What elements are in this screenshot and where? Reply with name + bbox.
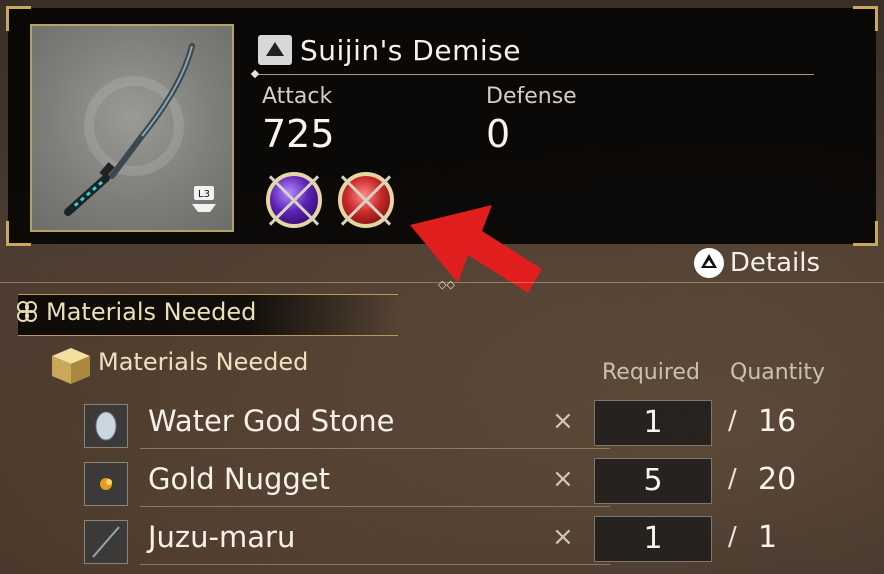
weapon-type-icon: [258, 35, 292, 65]
level-badge-icon: L3: [190, 186, 218, 216]
corner-ornament: [853, 221, 878, 246]
slash-symbol: /: [728, 406, 737, 436]
slash-symbol: /: [728, 522, 737, 552]
material-row[interactable]: Gold Nugget × 5 / 20: [80, 458, 840, 516]
required-amount: 1: [594, 516, 712, 562]
attack-label: Attack: [262, 84, 333, 109]
quantity-column-header: Quantity: [730, 360, 826, 385]
item-name: Suijin's Demise: [300, 33, 521, 67]
owned-quantity: 1: [758, 520, 778, 555]
material-row[interactable]: Juzu-maru × 1 / 1: [80, 516, 840, 574]
details-label: Details: [729, 248, 820, 278]
juzu-maru-icon: [84, 520, 128, 564]
corner-ornament: [6, 6, 31, 31]
divider-diamond-icon: ◇◇: [438, 278, 455, 291]
material-name: Water God Stone: [148, 404, 395, 438]
material-row[interactable]: Water God Stone × 1 / 16: [80, 400, 840, 458]
corner-ornament: [853, 6, 878, 31]
materials-box-icon: [52, 348, 90, 384]
triangle-button-icon: [693, 248, 724, 278]
times-symbol: ×: [552, 464, 574, 494]
required-column-header: Required: [602, 360, 700, 385]
water-god-stone-icon: [84, 404, 128, 448]
slash-symbol: /: [728, 464, 737, 494]
required-amount: 5: [594, 458, 712, 504]
item-title: Suijin's Demise: [258, 32, 521, 68]
red-soul-core-orb-icon[interactable]: [338, 172, 394, 228]
title-divider: [256, 74, 814, 75]
corner-ornament: [6, 221, 31, 246]
owned-quantity: 20: [758, 462, 797, 497]
purple-soul-core-orb-icon[interactable]: [266, 172, 322, 228]
gold-nugget-icon: [84, 462, 128, 506]
owned-quantity: 16: [758, 404, 797, 439]
knot-ornament-icon: [17, 301, 37, 322]
materials-section-title: Materials Needed: [46, 298, 257, 326]
attack-value: 725: [262, 112, 335, 156]
svg-text:L3: L3: [198, 189, 210, 200]
times-symbol: ×: [552, 522, 574, 552]
required-amount: 1: [594, 400, 712, 446]
material-name: Juzu-maru: [148, 520, 296, 554]
weapon-thumbnail: L3: [30, 24, 234, 232]
times-symbol: ×: [552, 406, 574, 436]
red-pointer-arrow-icon: [410, 205, 542, 293]
details-button[interactable]: Details: [693, 248, 820, 278]
defense-label: Defense: [486, 84, 577, 109]
materials-sub-title: Materials Needed: [98, 348, 309, 376]
material-name: Gold Nugget: [148, 462, 331, 496]
defense-value: 0: [486, 112, 511, 156]
